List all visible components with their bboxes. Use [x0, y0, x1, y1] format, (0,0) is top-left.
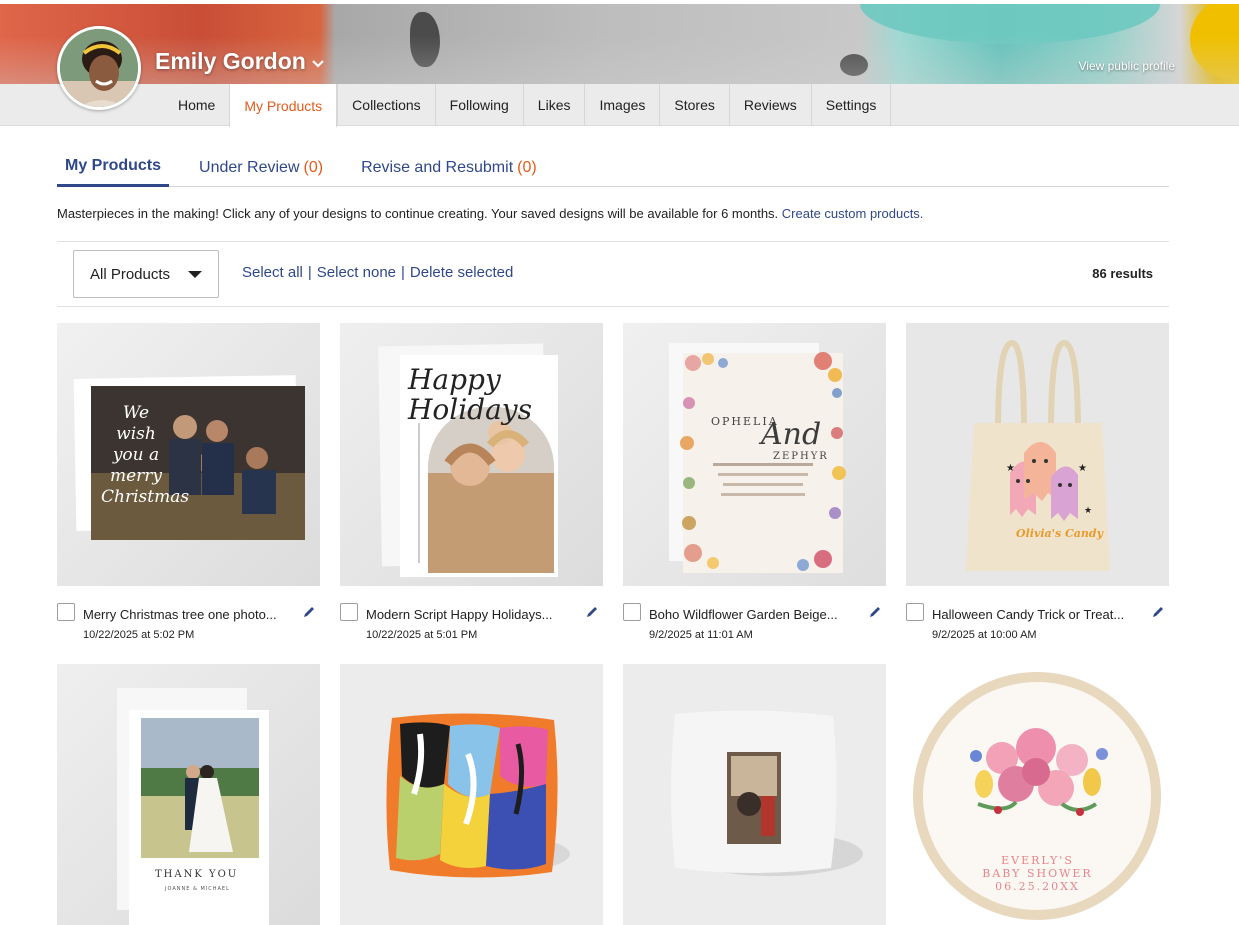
product-thumbnail[interactable]: Happy Holidays	[340, 323, 603, 586]
product-filter-select[interactable]: All Products	[73, 250, 219, 298]
subtab-count: (0)	[517, 158, 537, 176]
intro-text: Masterpieces in the making! Click any of…	[57, 206, 923, 221]
pencil-icon[interactable]	[1151, 605, 1165, 619]
delete-selected-link[interactable]: Delete selected	[410, 264, 513, 281]
product-thumbnail[interactable]	[623, 664, 886, 925]
select-all-link[interactable]: Select all	[242, 264, 303, 281]
product-thumbnail[interactable]: THANK YOU JOANNE & MICHAEL	[57, 664, 320, 925]
halloween-tote-bag-image: ★ ★ ★	[906, 323, 1169, 586]
product-subtabs: My Products Under Review (0) Revise and …	[57, 148, 1169, 187]
thank-you-sub: JOANNE & MICHAEL	[165, 886, 230, 892]
product-thumbnail[interactable]	[340, 664, 603, 925]
product-card: We wish you a merry Christmas Merry Chri…	[57, 323, 320, 646]
select-none-link[interactable]: Select none	[317, 264, 396, 281]
svg-text:★: ★	[1078, 463, 1087, 474]
subtab-under-review[interactable]: Under Review (0)	[191, 148, 331, 187]
product-meta: Modern Script Happy Holidays... 10/22/20…	[340, 586, 603, 646]
create-custom-products-link[interactable]: Create custom products.	[782, 206, 924, 221]
product-thumbnail[interactable]: We wish you a merry Christmas	[57, 323, 320, 586]
tab-home[interactable]: Home	[164, 84, 229, 126]
view-public-profile-link[interactable]: View public profile	[1079, 59, 1176, 73]
product-checkbox[interactable]	[623, 603, 641, 621]
wildflower-invitation-image	[623, 323, 886, 586]
profile-name: Emily Gordon	[155, 48, 306, 74]
card-script-text: We wish you a merry Christmas	[101, 403, 190, 507]
cookie-text-line-1: EVERLY'S	[1001, 854, 1074, 867]
tab-likes[interactable]: Likes	[522, 84, 585, 126]
product-meta: Boho Wildflower Garden Beige... 9/2/2025…	[623, 586, 886, 646]
subtab-count: (0)	[303, 158, 324, 176]
profile-nav: Home My Products Collections Following L…	[0, 84, 1239, 127]
invitation-name-2: ZEPHYR	[773, 451, 829, 462]
pencil-icon[interactable]	[302, 605, 316, 619]
profile-name-menu[interactable]: Emily Gordon	[155, 48, 324, 75]
card-script-text: Happy Holidays	[408, 363, 532, 426]
product-title[interactable]: Modern Script Happy Holidays...	[366, 607, 578, 622]
separator: |	[307, 264, 312, 281]
product-date: 9/2/2025 at 10:00 AM	[932, 629, 1037, 641]
tab-reviews[interactable]: Reviews	[728, 84, 811, 126]
thank-you-caption: THANK YOU	[155, 869, 239, 880]
pencil-icon[interactable]	[585, 605, 599, 619]
tab-my-products[interactable]: My Products	[229, 84, 338, 127]
photo-pillow-image	[623, 664, 886, 925]
product-card	[623, 664, 886, 925]
product-thumbnail[interactable]: OPHELIA And ZEPHYR	[623, 323, 886, 586]
product-card: ★ ★ ★ Olivia's Candy Halloween Candy Tri…	[906, 323, 1169, 646]
subtab-my-products[interactable]: My Products	[57, 148, 170, 187]
tab-collections[interactable]: Collections	[337, 84, 434, 126]
cookie-text-line-2: BABY SHOWER	[982, 867, 1093, 880]
product-date: 10/22/2025 at 5:01 PM	[366, 629, 478, 641]
chevron-down-icon	[312, 55, 324, 71]
bulk-actions: Select all | Select none | Delete select…	[242, 264, 513, 281]
subtab-label: My Products	[65, 157, 162, 174]
product-thumbnail[interactable]: ★ ★ ★ Olivia's Candy	[906, 323, 1169, 586]
product-title[interactable]: Halloween Candy Trick or Treat...	[932, 607, 1144, 622]
subtab-revise-resubmit[interactable]: Revise and Resubmit (0)	[353, 148, 545, 187]
product-date: 9/2/2025 at 11:01 AM	[649, 629, 753, 641]
results-count: 86 results	[1092, 266, 1153, 281]
product-card: THANK YOU JOANNE & MICHAEL	[57, 664, 320, 925]
product-title[interactable]: Merry Christmas tree one photo...	[83, 607, 295, 622]
product-title[interactable]: Boho Wildflower Garden Beige...	[649, 607, 861, 622]
product-card: EVERLY'S BABY SHOWER 06.25.20XX	[906, 664, 1169, 925]
cookie-text-line-3: 06.25.20XX	[995, 880, 1080, 893]
product-card	[340, 664, 603, 925]
product-checkbox[interactable]	[906, 603, 924, 621]
subtab-label: Under Review	[199, 158, 300, 176]
product-meta: Halloween Candy Trick or Treat... 9/2/20…	[906, 586, 1169, 646]
product-card: OPHELIA And ZEPHYR Boho Wildflower Garde…	[623, 323, 886, 646]
product-meta: Merry Christmas tree one photo... 10/22/…	[57, 586, 320, 646]
christmas-photo-card-image	[57, 323, 320, 586]
avatar[interactable]	[57, 26, 141, 110]
tab-stores[interactable]: Stores	[659, 84, 728, 126]
tab-images[interactable]: Images	[584, 84, 659, 126]
product-date: 10/22/2025 at 5:02 PM	[83, 629, 195, 641]
product-checkbox[interactable]	[57, 603, 75, 621]
invitation-and: And	[761, 417, 822, 452]
product-thumbnail[interactable]: EVERLY'S BABY SHOWER 06.25.20XX	[906, 664, 1169, 925]
svg-text:★: ★	[1084, 505, 1092, 515]
pencil-icon[interactable]	[868, 605, 882, 619]
tab-following[interactable]: Following	[434, 84, 523, 126]
product-card: Happy Holidays Modern Script Happy Holid…	[340, 323, 603, 646]
separator: |	[401, 264, 405, 281]
intro-message: Masterpieces in the making! Click any of…	[57, 206, 779, 221]
subtab-label: Revise and Resubmit	[361, 158, 514, 176]
abstract-pillow-image	[340, 664, 603, 925]
profile-nav-tabs: Home My Products Collections Following L…	[164, 84, 892, 127]
filter-value: All Products	[90, 265, 171, 283]
divider	[57, 306, 1169, 307]
product-checkbox[interactable]	[340, 603, 358, 621]
tote-label: Olivia's Candy	[1016, 527, 1103, 540]
tab-settings[interactable]: Settings	[810, 84, 892, 126]
divider	[57, 241, 1169, 242]
svg-text:★: ★	[1006, 463, 1015, 474]
caret-down-icon	[188, 271, 202, 278]
